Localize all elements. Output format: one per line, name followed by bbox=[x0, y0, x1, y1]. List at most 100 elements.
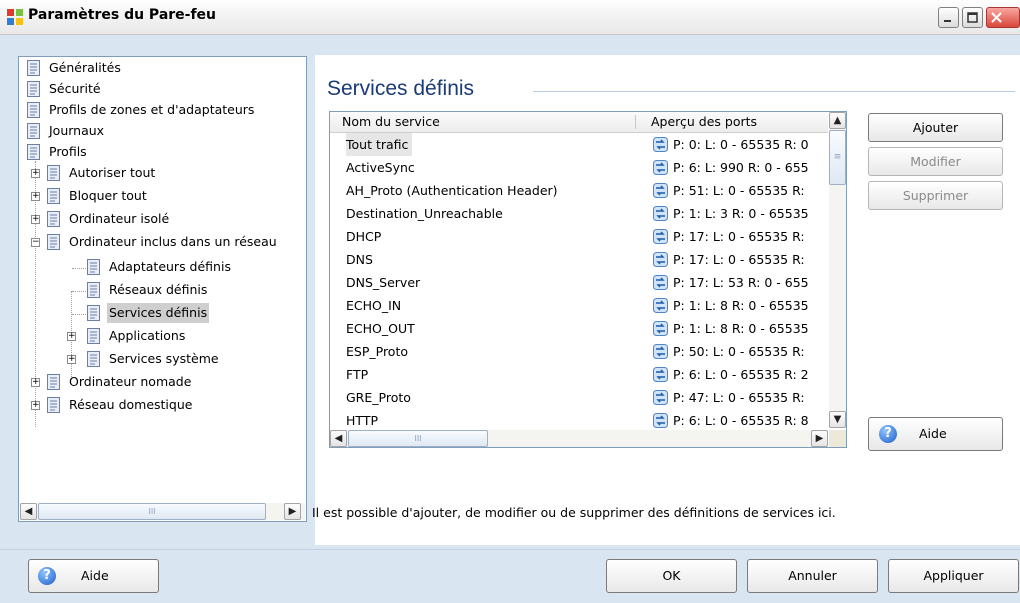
edit-button[interactable]: Modifier bbox=[868, 147, 1003, 176]
scroll-left-button[interactable]: ◀ bbox=[330, 430, 347, 447]
port-rule-icon bbox=[653, 367, 668, 382]
content-panel: Services définis Nom du service Aperçu d… bbox=[315, 55, 1020, 545]
port-rule-icon bbox=[653, 206, 668, 221]
column-header-name[interactable]: Nom du service bbox=[342, 114, 440, 129]
ports-cell: P: 6: L: 990 R: 0 - 655 bbox=[653, 156, 833, 179]
dialog-footer: ? Aide OK Annuler Appliquer bbox=[0, 549, 1020, 603]
ports-summary: P: 17: L: 0 - 65535 R: bbox=[673, 229, 805, 244]
expand-icon[interactable]: + bbox=[67, 355, 76, 364]
ports-summary: P: 6: L: 0 - 65535 R: 8 bbox=[673, 413, 809, 428]
delete-button[interactable]: Supprimer bbox=[868, 181, 1003, 210]
help-button[interactable]: ? Aide bbox=[868, 417, 1003, 451]
table-row[interactable]: Destination_Unreachable P: 1: L: 3 R: 0 -… bbox=[330, 202, 828, 225]
table-row[interactable]: ActiveSync P: 6: L: 990 R: 0 - 655 bbox=[330, 156, 828, 179]
tree-connector bbox=[72, 268, 86, 269]
scrollbar-thumb[interactable]: III bbox=[348, 430, 488, 447]
ports-cell: P: 51: L: 0 - 65535 R: bbox=[653, 179, 833, 202]
scrollbar-thumb[interactable]: III bbox=[38, 503, 266, 520]
table-row[interactable]: ESP_Proto P: 50: L: 0 - 65535 R: bbox=[330, 340, 828, 363]
tree-connector bbox=[72, 291, 86, 292]
table-row[interactable]: DNS_Server P: 17: L: 53 R: 0 - 655 bbox=[330, 271, 828, 294]
port-rule-icon bbox=[653, 413, 668, 428]
tree-item-label: Réseau domestique bbox=[69, 397, 193, 412]
port-rule-icon bbox=[653, 344, 668, 359]
port-rule-icon bbox=[653, 160, 668, 175]
expand-icon[interactable]: + bbox=[31, 192, 40, 201]
table-row[interactable]: ECHO_IN P: 1: L: 8 R: 0 - 65535 bbox=[330, 294, 828, 317]
firewall-icon bbox=[7, 9, 23, 25]
expand-icon[interactable]: + bbox=[67, 332, 76, 341]
table-vertical-scrollbar[interactable]: ▲ ≡ ▼ bbox=[829, 112, 846, 428]
scroll-right-button[interactable]: ▶ bbox=[811, 430, 828, 447]
scrollbar-thumb[interactable]: ≡ bbox=[829, 130, 846, 185]
collapse-icon[interactable]: − bbox=[31, 238, 40, 247]
column-header-ports[interactable]: Aperçu des ports bbox=[651, 114, 757, 129]
service-name-cell: ECHO_IN bbox=[346, 298, 402, 313]
table-horizontal-scrollbar[interactable]: ◀ III ▶ bbox=[330, 430, 828, 447]
minimize-button[interactable] bbox=[938, 7, 959, 28]
maximize-button[interactable] bbox=[962, 7, 983, 28]
scroll-down-button[interactable]: ▼ bbox=[829, 411, 846, 428]
ports-summary: P: 6: L: 0 - 65535 R: 2 bbox=[673, 367, 809, 382]
help-icon: ? bbox=[38, 567, 56, 585]
scroll-up-button[interactable]: ▲ bbox=[829, 112, 846, 129]
services-table[interactable]: Nom du service Aperçu des ports Tout tra… bbox=[329, 111, 847, 448]
expand-icon[interactable]: + bbox=[31, 378, 40, 387]
apply-button[interactable]: Appliquer bbox=[888, 559, 1019, 593]
expand-icon[interactable]: + bbox=[31, 401, 40, 410]
main-area: Généralités Sécurité Profils de zones et… bbox=[0, 35, 1020, 549]
tree-item-label: Ordinateur isolé bbox=[69, 211, 170, 226]
ports-summary: P: 51: L: 0 - 65535 R: bbox=[673, 183, 805, 198]
port-rule-icon bbox=[653, 275, 668, 290]
window-titlebar[interactable]: Paramètres du Pare-feu bbox=[0, 0, 1020, 35]
page-icon bbox=[27, 102, 40, 118]
tree-horizontal-scrollbar[interactable]: ◀ III ▶ bbox=[20, 503, 305, 520]
page-title: Services définis bbox=[327, 77, 475, 100]
page-icon bbox=[47, 397, 60, 413]
page-icon bbox=[27, 144, 40, 160]
ports-cell: P: 6: L: 0 - 65535 R: 2 bbox=[653, 363, 833, 386]
service-name-cell: DNS_Server bbox=[346, 275, 421, 290]
table-row[interactable]: DHCP P: 17: L: 0 - 65535 R: bbox=[330, 225, 828, 248]
cancel-button[interactable]: Annuler bbox=[747, 559, 878, 593]
close-button[interactable] bbox=[986, 7, 1020, 28]
scroll-left-button[interactable]: ◀ bbox=[20, 503, 37, 520]
page-icon bbox=[87, 351, 100, 367]
close-icon bbox=[991, 12, 1002, 23]
port-rule-icon bbox=[653, 390, 668, 405]
ports-cell: P: 17: L: 53 R: 0 - 655 bbox=[653, 271, 833, 294]
table-row[interactable]: GRE_Proto P: 47: L: 0 - 65535 R: bbox=[330, 386, 828, 409]
tree-item-label: Généralités bbox=[49, 60, 121, 75]
table-row[interactable]: HTTP P: 6: L: 0 - 65535 R: 8 bbox=[330, 409, 828, 432]
ports-summary: P: 50: L: 0 - 65535 R: bbox=[673, 344, 805, 359]
scrollbar-corner bbox=[829, 430, 846, 447]
tree-item-label: Services définis bbox=[107, 303, 210, 323]
minimize-icon bbox=[944, 20, 951, 22]
ports-summary: P: 47: L: 0 - 65535 R: bbox=[673, 390, 805, 405]
table-row[interactable]: FTP P: 6: L: 0 - 65535 R: 2 bbox=[330, 363, 828, 386]
expand-icon[interactable]: + bbox=[31, 169, 40, 178]
ports-summary: P: 1: L: 8 R: 0 - 65535 bbox=[673, 321, 809, 336]
table-row[interactable]: Tout trafic P: 0: L: 0 - 65535 R: 0 bbox=[330, 133, 828, 156]
settings-tree[interactable]: Généralités Sécurité Profils de zones et… bbox=[18, 56, 307, 522]
scroll-right-button[interactable]: ▶ bbox=[284, 503, 301, 520]
table-row[interactable]: DNS P: 17: L: 0 - 65535 R: bbox=[330, 248, 828, 271]
table-row[interactable]: ECHO_OUT P: 1: L: 8 R: 0 - 65535 bbox=[330, 317, 828, 340]
ok-button[interactable]: OK bbox=[606, 559, 737, 593]
tree-item-label: Services système bbox=[109, 351, 219, 366]
page-icon bbox=[47, 211, 60, 227]
ports-cell: P: 0: L: 0 - 65535 R: 0 bbox=[653, 133, 833, 156]
page-icon bbox=[27, 81, 40, 97]
column-separator[interactable] bbox=[635, 115, 636, 129]
service-name-cell: ActiveSync bbox=[346, 160, 415, 175]
footer-help-button[interactable]: ? Aide bbox=[28, 559, 159, 593]
service-name-cell: DNS bbox=[346, 252, 373, 267]
help-icon: ? bbox=[879, 425, 897, 443]
page-icon bbox=[87, 305, 100, 321]
add-button[interactable]: Ajouter bbox=[868, 113, 1003, 142]
table-row[interactable]: AH_Proto (Authentication Header) P: 51: L… bbox=[330, 179, 828, 202]
expand-icon[interactable]: + bbox=[31, 215, 40, 224]
tree-item-label: Réseaux définis bbox=[109, 282, 208, 297]
ports-cell: P: 17: L: 0 - 65535 R: bbox=[653, 248, 833, 271]
tree-item-label: Autoriser tout bbox=[69, 165, 156, 180]
